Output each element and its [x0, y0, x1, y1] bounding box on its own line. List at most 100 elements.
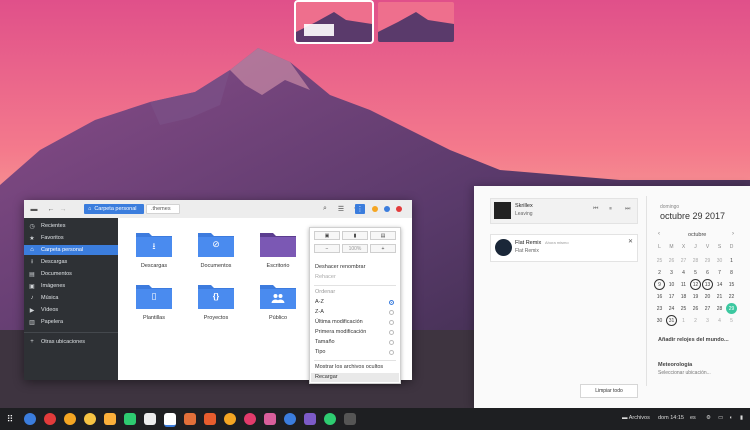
calendar-day[interactable]: 1	[726, 255, 737, 266]
radio-a-z[interactable]	[389, 300, 394, 305]
zoom-out-button[interactable]: −	[314, 244, 340, 253]
pause-icon[interactable]: ⏸	[609, 206, 612, 213]
calendar-day[interactable]: 15	[726, 279, 737, 290]
previous-track-icon[interactable]: ⏮	[593, 206, 598, 213]
terminal-app-icon[interactable]	[344, 413, 356, 425]
calendar-day[interactable]: 29	[702, 255, 713, 266]
calendar-day[interactable]: 23	[654, 303, 665, 314]
calendar-day[interactable]: 30	[654, 315, 665, 326]
calendar-day[interactable]: 28	[690, 255, 701, 266]
maximize-button[interactable]	[384, 206, 390, 212]
bookmark-button[interactable]: ▮	[342, 231, 368, 240]
calendar-day[interactable]: 20	[702, 291, 713, 302]
back-button[interactable]: ←	[46, 204, 56, 214]
app-icon[interactable]	[284, 413, 296, 425]
calendar-day[interactable]: 24	[666, 303, 677, 314]
calendar-day[interactable]: 25	[678, 303, 689, 314]
menu-sort-z-a[interactable]: Z-A	[315, 309, 324, 315]
close-icon[interactable]: ✕	[628, 238, 633, 245]
menu-sort-size[interactable]: Tamaño	[315, 339, 335, 345]
list-view-icon[interactable]: ☰	[336, 204, 346, 214]
calendar-day[interactable]: 13	[702, 279, 713, 290]
files-app-icon[interactable]	[144, 413, 156, 425]
app-icon[interactable]	[264, 413, 276, 425]
vivaldi-app-icon[interactable]	[64, 413, 76, 425]
calendar-day[interactable]: 27	[678, 255, 689, 266]
zoom-reset-button[interactable]: 100%	[342, 244, 368, 253]
volume-icon[interactable]: ◖	[729, 415, 732, 421]
new-folder-button[interactable]: ▣	[314, 231, 340, 240]
menu-redo[interactable]: Rehacer	[315, 274, 336, 280]
app-icon[interactable]	[304, 413, 316, 425]
filezilla-app-icon[interactable]	[204, 413, 216, 425]
sidebar-item-descargas[interactable]: ⭳ Descargas	[24, 257, 118, 267]
weather-location[interactable]: Seleccionar ubicación...	[658, 370, 711, 376]
calendar-day[interactable]: 25	[654, 255, 665, 266]
calendar-day[interactable]: 16	[654, 291, 665, 302]
calendar-day[interactable]: 22	[726, 291, 737, 302]
next-track-icon[interactable]: ⏭	[625, 206, 630, 213]
search-icon[interactable]: ⌕	[320, 204, 330, 214]
app-icon[interactable]	[244, 413, 256, 425]
workspace-1-thumbnail[interactable]	[294, 0, 374, 44]
radio-last-modified[interactable]	[389, 320, 394, 325]
next-month-icon[interactable]: ›	[732, 231, 734, 237]
calendar-day[interactable]: 18	[678, 291, 689, 302]
sidebar-item-otras-ubicaciones[interactable]: + Otras ubicaciones	[24, 337, 118, 347]
radio-size[interactable]	[389, 340, 394, 345]
calendar-day[interactable]: 5	[726, 315, 737, 326]
opera-app-icon[interactable]	[44, 413, 56, 425]
calendar-day[interactable]: 11	[678, 279, 689, 290]
calendar-day[interactable]: 7	[714, 267, 725, 278]
app-grid-icon[interactable]: ⠿	[4, 413, 16, 425]
calendar-day[interactable]: 1	[678, 315, 689, 326]
breadcrumb-themes[interactable]: .themes	[146, 204, 180, 214]
sidebar-item-musica[interactable]: ♪ Música	[24, 293, 118, 303]
power-icon[interactable]: ▮	[740, 415, 743, 421]
calendar-today[interactable]: 29	[726, 303, 737, 314]
calendar-day[interactable]: 2	[690, 315, 701, 326]
radio-first-modified[interactable]	[389, 330, 394, 335]
calendar-day[interactable]: 5	[690, 267, 701, 278]
notification-card[interactable]: Flat Remix Ahora mismo Flat Remix ✕	[490, 234, 638, 262]
radio-z-a[interactable]	[389, 310, 394, 315]
workspace-2-thumbnail[interactable]	[378, 2, 454, 42]
calendar-day[interactable]: 31	[666, 315, 677, 326]
calendar-day[interactable]: 28	[714, 303, 725, 314]
whatsapp-app-icon[interactable]	[124, 413, 136, 425]
clear-all-button[interactable]: Limpiar todo	[580, 384, 638, 398]
clock[interactable]: dom 14:15	[658, 415, 684, 421]
forward-button[interactable]: →	[58, 204, 68, 214]
sidebar-item-papelera[interactable]: ▥ Papelera	[24, 317, 118, 327]
minimize-button[interactable]	[372, 206, 378, 212]
menu-sort-a-z[interactable]: A-Z	[315, 299, 324, 305]
prev-month-icon[interactable]: ‹	[658, 231, 660, 237]
calendar-day[interactable]: 19	[690, 291, 701, 302]
calendar-day[interactable]: 4	[714, 315, 725, 326]
keyboard-layout[interactable]: es	[690, 415, 696, 421]
zoom-in-button[interactable]: +	[370, 244, 396, 253]
sidebar-item-videos[interactable]: ▶ Vídeos	[24, 305, 118, 315]
app-icon[interactable]	[184, 413, 196, 425]
menu-sort-last-modified[interactable]: Última modificación	[315, 319, 363, 325]
settings-icon[interactable]: ⚙	[706, 415, 711, 421]
notes-app-icon[interactable]	[104, 413, 116, 425]
calendar-day[interactable]: 3	[702, 315, 713, 326]
menu-sort-type[interactable]: Tipo	[315, 349, 326, 355]
menu-button[interactable]: ⋮	[355, 204, 365, 214]
settings-app-icon[interactable]	[24, 413, 36, 425]
calendar-day[interactable]: 12	[690, 279, 701, 290]
sidebar-item-documentos[interactable]: ▤ Documentos	[24, 269, 118, 279]
calendar-day[interactable]: 17	[666, 291, 677, 302]
app-icon[interactable]	[324, 413, 336, 425]
files-active-app-icon[interactable]	[164, 413, 176, 427]
close-button[interactable]	[396, 206, 402, 212]
radio-type[interactable]	[389, 350, 394, 355]
calendar-day[interactable]: 9	[654, 279, 665, 290]
window-menu-icon[interactable]: ▬	[28, 204, 40, 214]
calendar-day[interactable]: 4	[678, 267, 689, 278]
calendar-day[interactable]: 27	[702, 303, 713, 314]
open-terminal-button[interactable]: ▤	[370, 231, 396, 240]
archivos-indicator[interactable]: ▬ Archivos	[622, 415, 650, 421]
calendar-day[interactable]: 8	[726, 267, 737, 278]
